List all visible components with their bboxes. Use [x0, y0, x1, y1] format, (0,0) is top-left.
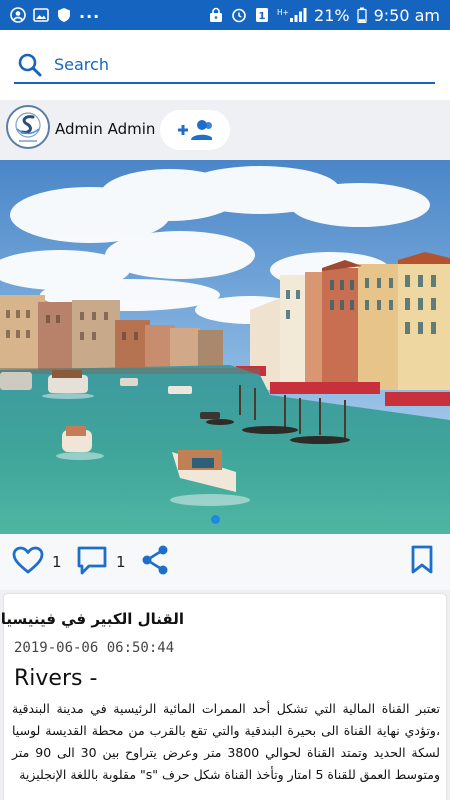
post-body: تعتبر القناة المالية التي تشكل أحد الممر…	[12, 701, 440, 782]
search-icon[interactable]	[17, 52, 43, 78]
image-icon	[33, 7, 49, 23]
search-underline	[14, 82, 435, 84]
battery-percent: 21%	[314, 5, 350, 25]
clock: 9:50 am	[373, 5, 440, 25]
status-bar-left: ...	[10, 3, 100, 23]
status-bar: ... 1 H+ 21% 9:50 am	[0, 0, 450, 30]
follow-user-button[interactable]	[160, 110, 230, 150]
add-user-icon	[178, 120, 212, 140]
logo-icon	[15, 112, 41, 142]
share-action[interactable]	[140, 544, 170, 580]
post-category: Rivers -	[14, 666, 98, 691]
post-image[interactable]	[0, 160, 450, 534]
alarm-icon	[231, 7, 247, 23]
comment-count: 1	[116, 553, 126, 571]
status-bar-right: 1 H+ 21% 9:50 am	[208, 6, 440, 25]
heart-icon[interactable]	[12, 546, 44, 578]
svg-text:1: 1	[259, 11, 266, 22]
shield-icon	[56, 7, 72, 23]
like-count: 1	[52, 553, 62, 571]
lock-icon	[208, 7, 224, 23]
search-bar	[0, 30, 450, 100]
battery-icon	[356, 7, 367, 23]
like-action[interactable]: 1	[12, 546, 62, 578]
post-author-row: Admin Admin	[0, 100, 450, 160]
share-icon[interactable]	[140, 544, 170, 580]
more-notifications-icon: ...	[79, 2, 101, 22]
search-input[interactable]	[54, 50, 424, 78]
post-date: 2019-06-06 06:50:44	[14, 640, 175, 656]
author-name[interactable]: Admin Admin	[55, 120, 155, 138]
post-actions: 1 1	[0, 534, 450, 590]
post-title[interactable]: القنال الكبير في فينيسيا	[1, 610, 184, 628]
sim-icon: 1	[254, 7, 270, 23]
venice-grand-canal-photo	[0, 160, 450, 534]
account-circle-icon	[10, 7, 26, 23]
bookmark-icon[interactable]	[410, 545, 434, 579]
bookmark-action[interactable]	[410, 545, 434, 579]
post-card: القنال الكبير في فينيسيا 2019-06-06 06:5…	[1, 594, 446, 800]
image-page-indicator[interactable]	[211, 515, 220, 524]
avatar[interactable]	[6, 105, 50, 149]
comment-action[interactable]: 1	[76, 546, 126, 578]
network-type-text: H+	[277, 8, 289, 17]
comment-icon[interactable]	[76, 545, 108, 579]
signal-icon: H+	[277, 7, 307, 23]
